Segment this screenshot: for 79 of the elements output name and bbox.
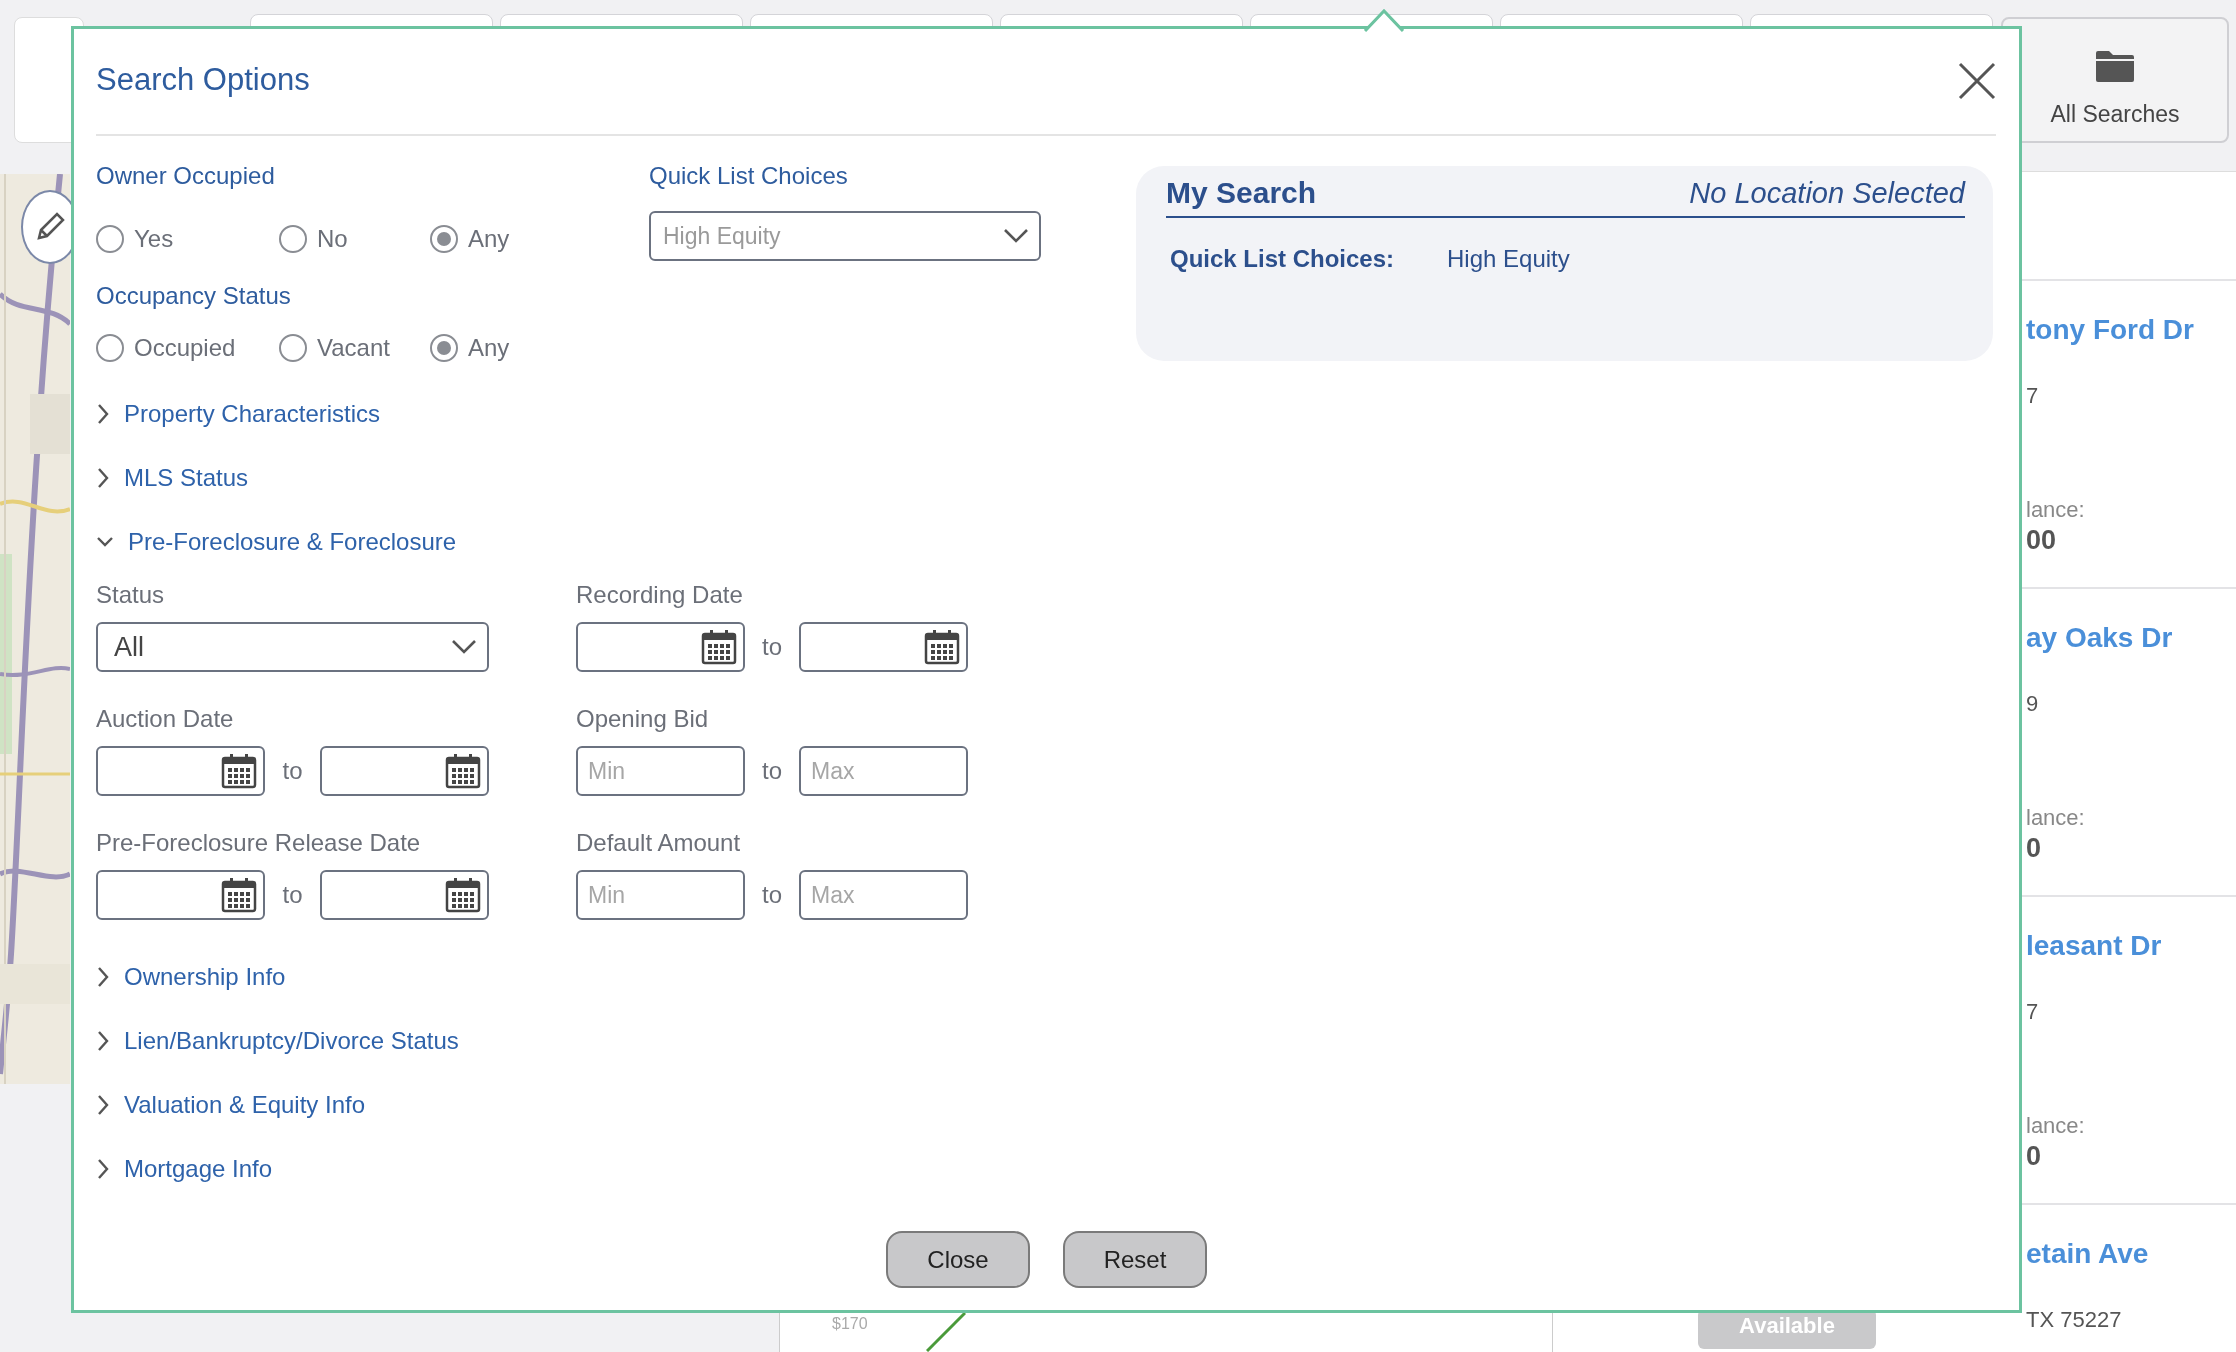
calendar-icon[interactable] (221, 877, 257, 913)
address-text: 7 (2026, 382, 2039, 410)
all-searches-button[interactable]: All Searches (2001, 17, 2229, 143)
radio-label: Occupied (134, 334, 236, 362)
calendar-icon[interactable] (445, 877, 481, 913)
status-select[interactable]: All (96, 622, 489, 672)
section-toggle[interactable]: Pre-Foreclosure & Foreclosure (96, 517, 457, 567)
balance-label: lance: (2026, 804, 2085, 832)
summary-value: High Equity (1447, 244, 1571, 274)
radio-label: No (317, 225, 348, 253)
radio-button[interactable] (96, 225, 124, 253)
range-separator: to (281, 757, 304, 785)
date-field[interactable] (96, 746, 265, 796)
section-toggle[interactable]: Ownership Info (96, 952, 286, 1002)
date-field[interactable] (320, 746, 489, 796)
date-field[interactable] (96, 870, 265, 920)
min-field[interactable]: Min (576, 870, 745, 920)
balance-value: 0 (2026, 832, 2042, 864)
address-text: 7 (2026, 998, 2039, 1026)
radio-label: Yes (134, 225, 174, 253)
dialog-title: Search Options (96, 61, 310, 98)
caret-icon (1003, 228, 1029, 244)
calendar-icon[interactable] (445, 753, 481, 789)
street-link[interactable]: etain Ave (2026, 1236, 2149, 1272)
reset-button[interactable]: Reset (1063, 1231, 1207, 1288)
radio-button[interactable] (279, 334, 307, 362)
field-label: Auction Date (96, 705, 235, 733)
axis-label: $170 (832, 1315, 868, 1333)
section-toggle[interactable]: Property Characteristics (96, 389, 381, 439)
range-separator: to (761, 633, 783, 661)
radio-label: Any (468, 334, 510, 362)
max-field[interactable]: Max (799, 746, 968, 796)
calendar-icon[interactable] (221, 753, 257, 789)
summary-label: Quick List Choices: (1170, 244, 1396, 274)
balance-value: 00 (2026, 524, 2057, 556)
date-field[interactable] (576, 622, 745, 672)
radio-button[interactable] (279, 225, 307, 253)
field-label: Quick List Choices (649, 161, 849, 191)
calendar-icon[interactable] (700, 629, 737, 665)
location-text: No Location Selected (1689, 177, 1965, 210)
field-label: Occupancy Status (96, 281, 292, 311)
radio-label: Vacant (317, 334, 390, 362)
all-searches-label: All Searches (2050, 101, 2180, 128)
radio-button[interactable] (430, 334, 458, 362)
section-toggle[interactable]: Valuation & Equity Info (96, 1080, 366, 1130)
panel-title: My Search (1166, 176, 1317, 210)
balance-value: 0 (2026, 1140, 2042, 1172)
field-label: Status (96, 581, 166, 609)
section-toggle[interactable]: Mortgage Info (96, 1144, 273, 1194)
date-field[interactable] (799, 622, 968, 672)
range-separator: to (281, 881, 304, 909)
folder-icon (2094, 49, 2136, 83)
field-label: Recording Date (576, 581, 744, 609)
field-label: Default Amount (576, 829, 742, 857)
street-link[interactable]: leasant Dr (2026, 928, 2162, 964)
caret-icon (451, 639, 477, 655)
section-toggle[interactable]: MLS Status (96, 453, 249, 503)
calendar-icon[interactable] (924, 629, 960, 665)
radio-button[interactable] (96, 334, 124, 362)
field-label: Owner Occupied (96, 161, 276, 191)
radio-label: Any (468, 225, 510, 253)
street-link[interactable]: tony Ford Dr (2026, 312, 2194, 348)
min-field[interactable]: Min (576, 746, 745, 796)
range-separator: to (761, 757, 783, 785)
balance-label: lance: (2026, 1112, 2085, 1140)
max-field[interactable]: Max (799, 870, 968, 920)
close-icon (1958, 61, 1996, 100)
range-separator: to (761, 881, 783, 909)
radio-button[interactable] (430, 225, 458, 253)
address-text: 9 (2026, 690, 2039, 718)
section-toggle[interactable]: Lien/Bankruptcy/Divorce Status (96, 1016, 459, 1066)
balance-label: lance: (2026, 496, 2085, 524)
field-label: Opening Bid (576, 705, 710, 733)
close-dialog-button[interactable]: Close (886, 1231, 1030, 1288)
date-field[interactable] (320, 870, 489, 920)
field-label: Pre-Foreclosure Release Date (96, 829, 422, 857)
address-text: TX 75227 (2026, 1306, 2122, 1334)
chart-line (925, 1312, 966, 1352)
street-link[interactable]: ay Oaks Dr (2026, 620, 2173, 656)
